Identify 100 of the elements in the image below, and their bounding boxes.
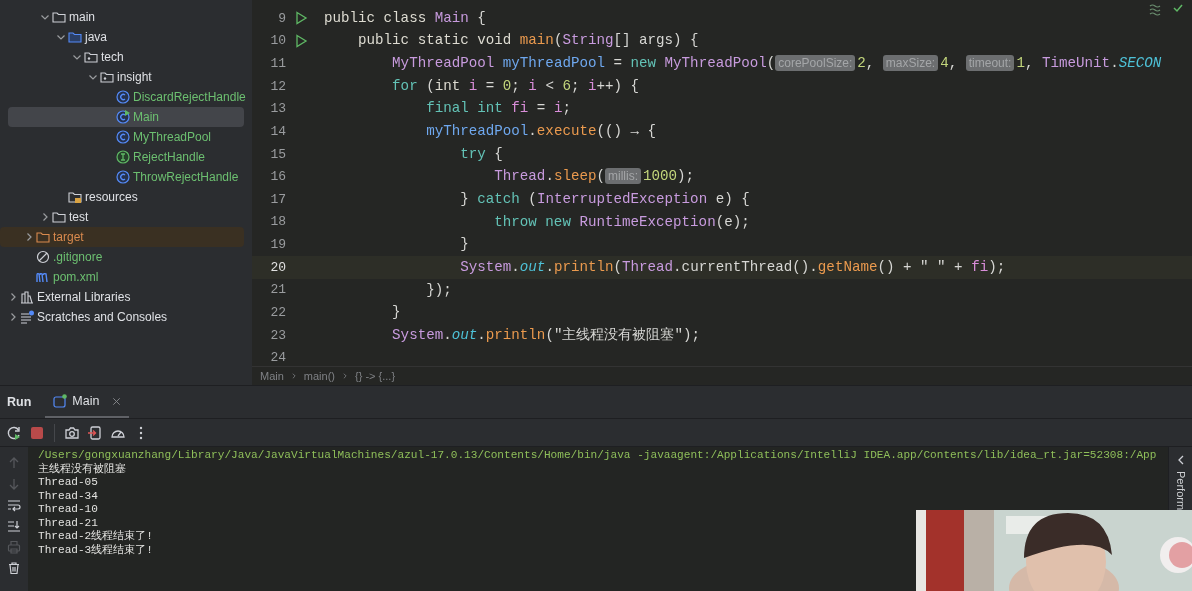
tree-item[interactable]: pom.xml (0, 267, 244, 287)
code-token: public static void (357, 32, 512, 49)
line-number: 19 (269, 236, 286, 255)
code-token: for (391, 77, 418, 94)
code-token: SECON (1118, 55, 1162, 71)
code-token: ); (988, 258, 1006, 275)
line-number: 16 (269, 168, 286, 187)
interface-icon (116, 150, 130, 164)
code-token: (e); (715, 213, 750, 230)
code-token: ( (553, 32, 563, 49)
code-token: { (477, 9, 486, 26)
camera-icon[interactable] (64, 424, 80, 441)
tree-item[interactable]: External Libraries (0, 287, 244, 307)
code-token: System (391, 326, 444, 343)
code-token: . (545, 168, 554, 185)
code-token: 1 (1016, 55, 1025, 71)
tree-item[interactable]: MyThreadPool (0, 127, 244, 147)
line-number: 9 (277, 9, 286, 28)
line-number: 13 (269, 100, 286, 119)
tree-item[interactable]: Main (8, 107, 244, 127)
run-icon[interactable] (294, 11, 308, 26)
code-token: . (477, 326, 486, 343)
tree-item[interactable]: RejectHandle (0, 147, 244, 167)
line-number: 21 (269, 281, 286, 300)
line-number: 22 (269, 304, 286, 323)
code-token: ; (511, 77, 520, 94)
class-icon (116, 170, 130, 184)
breadcrumb[interactable]: Main (260, 367, 284, 385)
package-icon (84, 50, 98, 64)
code-token: } (391, 304, 401, 321)
tree-item[interactable]: tech (0, 47, 244, 67)
tree-item[interactable]: main (0, 7, 244, 27)
run-icon[interactable] (294, 34, 308, 48)
tree-item[interactable]: DiscardRejectHandle (0, 87, 244, 107)
code-token: } (459, 236, 469, 253)
code-token: System (459, 258, 512, 275)
code-token: sleep (553, 168, 597, 185)
side-tab[interactable]: Perform (1172, 471, 1189, 511)
code-token: fi (511, 100, 529, 117)
check-icon[interactable] (1172, 2, 1184, 14)
scroll-to-end-icon[interactable] (7, 519, 21, 533)
code-token: int (434, 77, 461, 94)
code-token: ( (528, 190, 537, 207)
folder-icon (68, 190, 82, 204)
line-number: 23 (269, 326, 286, 345)
soft-wrap-icon[interactable] (7, 498, 21, 512)
panel-title: Run (7, 393, 32, 411)
line-number: 12 (269, 77, 286, 96)
console-line: Thread-10 (38, 503, 98, 517)
breadcrumb[interactable]: main() (303, 367, 335, 385)
code-token: catch (477, 190, 520, 207)
code-token: final int (425, 100, 503, 117)
code-token: ("主线程没有被阻塞"); (545, 326, 700, 343)
code-token: TimeUnit (1042, 55, 1111, 71)
exit-icon[interactable] (87, 424, 103, 441)
tree-item[interactable]: test (0, 207, 244, 227)
code-token: ; (562, 100, 571, 117)
code-token: , (865, 55, 875, 71)
code-token: ); (677, 168, 695, 185)
chevron-icon (341, 372, 349, 380)
stop-icon[interactable] (29, 424, 45, 441)
tree-item[interactable]: ThrowRejectHandle (0, 167, 244, 187)
code-token: 4 (940, 55, 949, 71)
code-token: = (613, 55, 622, 71)
code-token: MyThreadPool (664, 55, 767, 71)
tree-item[interactable]: resources (0, 187, 244, 207)
code-token: [] args) { (613, 32, 699, 49)
rerun-icon[interactable] (6, 424, 22, 441)
code-token: InterruptedException (536, 190, 708, 207)
inspection-icon[interactable] (1148, 2, 1162, 16)
code-token: RuntimeException (579, 213, 716, 230)
library-icon (20, 290, 34, 304)
code-token: ; (570, 77, 580, 94)
code-token: println (485, 326, 546, 343)
tree-item[interactable]: target (0, 227, 244, 247)
tab[interactable]: Main (45, 386, 130, 418)
line-number: 24 (269, 349, 286, 366)
code-token: ( (426, 77, 435, 94)
tree-item[interactable]: .gitignore (0, 247, 244, 267)
code-token: 6 (562, 77, 571, 94)
line-number: 10 (269, 32, 286, 51)
trash-icon[interactable] (7, 561, 21, 575)
tree-item[interactable]: Scratches and Consoles (0, 307, 244, 327)
console-line: Thread-2线程结束了! (38, 530, 153, 544)
run-config-icon (53, 394, 68, 408)
code-token: Thread (622, 258, 674, 275)
code-token: = (536, 100, 546, 117)
code-token: < (545, 77, 554, 94)
breadcrumb[interactable]: {} -> {...} (355, 367, 396, 385)
code-token: () + " " + (877, 258, 963, 275)
class-icon (116, 110, 130, 124)
tree-item[interactable]: insight (0, 67, 244, 87)
code-token: }); (425, 281, 452, 298)
folder-icon (52, 10, 66, 24)
code-token: new (630, 55, 657, 71)
close-icon (112, 396, 122, 406)
code-token: i (528, 77, 537, 94)
folder-icon (52, 210, 66, 224)
line-number: 15 (269, 145, 286, 164)
tree-item[interactable]: java (0, 27, 244, 47)
